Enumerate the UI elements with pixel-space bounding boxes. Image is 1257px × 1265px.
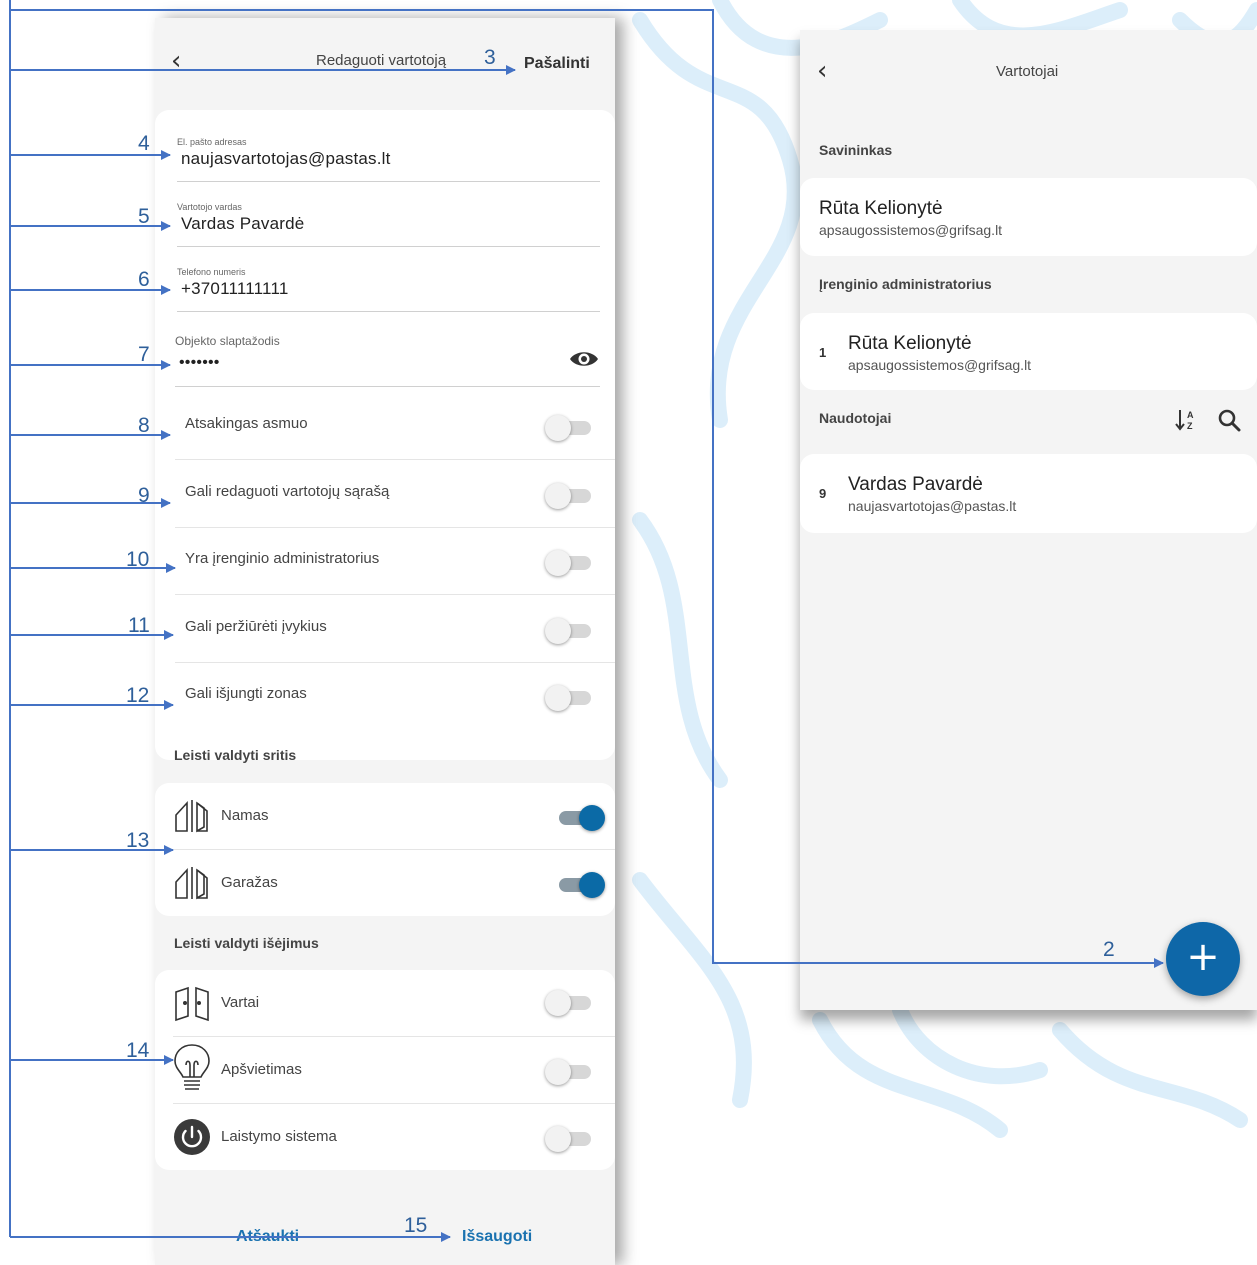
admin-card[interactable]: 1 Rūta Kelionytė apsaugossistemos@grifsa… (800, 313, 1257, 390)
output-row-irrigation[interactable]: Laistymo sistema (155, 1104, 615, 1171)
sort-alpha-icon[interactable]: A Z (1174, 408, 1200, 432)
toggle-row-view-events[interactable]: Gali peržiūrėti įvykius (175, 595, 615, 663)
annotation-number: 14 (126, 1039, 150, 1062)
bypass-zones-switch[interactable] (545, 683, 595, 711)
output-label: Laistymo sistema (221, 1128, 337, 1145)
user-name: Vardas Pavardė (848, 474, 983, 495)
annotation-number: 13 (126, 829, 150, 852)
power-icon (174, 1119, 210, 1155)
plus-icon: + (1186, 934, 1220, 980)
admin-email: apsaugossistemos@grifsag.lt (848, 357, 1032, 373)
annotation-number: 10 (126, 548, 150, 571)
annotation-number: 3 (484, 46, 496, 69)
phone-field[interactable]: Telefono numeris +37011111111 (177, 267, 600, 312)
user-email: naujasvartotojas@pastas.lt (848, 498, 1017, 514)
edit-user-screen: ‹ Redaguoti vartotoją Pašalinti El. pašt… (155, 18, 615, 1265)
username-field-label: Vartotojo vardas (177, 202, 242, 212)
area-row-house[interactable]: Namas (155, 783, 615, 850)
username-field[interactable]: Vartotojo vardas Vardas Pavardė (177, 202, 600, 247)
eye-icon[interactable] (568, 348, 600, 370)
chevron-left-icon[interactable]: ‹ (817, 56, 827, 86)
gate-icon (175, 986, 209, 1022)
users-section-title: Naudotojai (819, 410, 892, 426)
toggle-row-admin[interactable]: Yra įrenginio administratorius (175, 527, 615, 595)
edit-header: ‹ Redaguoti vartotoją Pašalinti (155, 18, 615, 108)
admin-number: 1 (819, 345, 827, 360)
annotation-number: 15 (404, 1214, 428, 1237)
outputs-card: Vartai Apšvietimas Laistymo sistema (155, 970, 615, 1170)
add-user-button[interactable]: + (1166, 922, 1240, 996)
toggle-label: Atsakingas asmuo (185, 415, 308, 432)
svg-text:A: A (1187, 410, 1194, 420)
username-field-value: Vardas Pavardė (181, 214, 305, 233)
email-field[interactable]: El. pašto adresas naujasvartotojas@pasta… (177, 137, 600, 182)
lighting-switch[interactable] (545, 1057, 595, 1085)
garage-switch[interactable] (555, 870, 605, 898)
house-door-icon (175, 867, 208, 900)
chevron-left-icon[interactable]: ‹ (171, 46, 181, 76)
password-field-value: ••••••• (179, 354, 220, 371)
areas-card: Namas Garažas (155, 783, 615, 916)
house-switch[interactable] (555, 803, 605, 831)
delete-button[interactable]: Pašalinti (524, 55, 590, 73)
user-form-card: El. pašto adresas naujasvartotojas@pasta… (155, 110, 615, 760)
user-card[interactable]: 9 Vardas Pavardė naujasvartotojas@pastas… (800, 454, 1257, 533)
user-number: 9 (819, 486, 827, 501)
toggle-label: Yra įrenginio administratorius (185, 550, 380, 567)
annotation-number: 5 (138, 205, 150, 228)
page-title: Vartotojai (996, 63, 1059, 80)
toggle-label: Gali redaguoti vartotojų sąrašą (185, 483, 390, 500)
responsible-switch[interactable] (545, 413, 595, 441)
output-row-gate[interactable]: Vartai (155, 970, 615, 1037)
annotation-number: 9 (138, 484, 150, 507)
users-screen: ‹ Vartotojai Savininkas Rūta Kelionytė a… (800, 30, 1257, 1010)
area-label: Namas (221, 807, 269, 824)
search-icon[interactable] (1217, 408, 1241, 432)
edit-users-switch[interactable] (545, 481, 595, 509)
outputs-section-title: Leisti valdyti išėjimus (174, 935, 319, 951)
password-field-label: Objekto slaptažodis (175, 334, 280, 348)
owner-card[interactable]: Rūta Kelionytė apsaugossistemos@grifsag.… (800, 178, 1257, 256)
admin-section-title: Įrenginio administratorius (819, 276, 992, 292)
output-row-lighting[interactable]: Apšvietimas (155, 1037, 615, 1104)
admin-name: Rūta Kelionytė (848, 333, 972, 354)
password-field[interactable]: Objekto slaptažodis ••••••• (175, 334, 600, 387)
annotation-number: 2 (1103, 938, 1115, 961)
email-field-label: El. pašto adresas (177, 137, 247, 147)
annotation-number: 4 (138, 132, 150, 155)
phone-field-label: Telefono numeris (177, 267, 246, 277)
annotation-number: 8 (138, 414, 150, 437)
page-title: Redaguoti vartotoją (316, 52, 447, 69)
output-label: Apšvietimas (221, 1061, 302, 1078)
toggle-label: Gali peržiūrėti įvykius (185, 618, 327, 635)
annotation-number: 7 (138, 343, 150, 366)
view-events-switch[interactable] (545, 616, 595, 644)
admin-switch[interactable] (545, 548, 595, 576)
toggle-row-responsible[interactable]: Atsakingas asmuo (175, 392, 615, 460)
phone-field-value: +37011111111 (181, 279, 289, 298)
area-label: Garažas (221, 874, 278, 891)
svg-text:Z: Z (1187, 421, 1193, 431)
annotation-number: 12 (126, 684, 150, 707)
output-label: Vartai (221, 994, 260, 1011)
annotation-number: 6 (138, 268, 150, 291)
owner-email: apsaugossistemos@grifsag.lt (819, 222, 1003, 238)
owner-name: Rūta Kelionytė (819, 198, 943, 219)
toggle-row-edit-users[interactable]: Gali redaguoti vartotojų sąrašą (175, 460, 615, 528)
toggle-label: Gali išjungti zonas (185, 685, 307, 702)
irrigation-switch[interactable] (545, 1124, 595, 1152)
gate-switch[interactable] (545, 988, 595, 1016)
email-field-value: naujasvartotojas@pastas.lt (181, 149, 391, 168)
toggle-row-bypass-zones[interactable]: Gali išjungti zonas (175, 662, 615, 729)
owner-section-title: Savininkas (819, 142, 893, 158)
area-row-garage[interactable]: Garažas (155, 850, 615, 917)
house-door-icon (175, 800, 208, 833)
save-button[interactable]: Išsaugoti (462, 1228, 532, 1246)
cancel-button[interactable]: Atšaukti (236, 1228, 299, 1246)
areas-section-title: Leisti valdyti sritis (174, 747, 297, 763)
lightbulb-icon (174, 1044, 210, 1090)
annotation-number: 11 (128, 614, 150, 637)
